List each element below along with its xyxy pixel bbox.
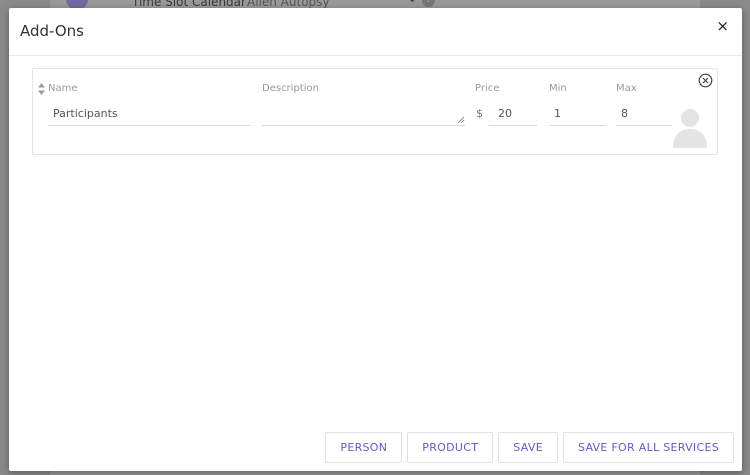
max-column-label: Max	[616, 83, 637, 94]
description-column-label: Description	[262, 83, 319, 94]
close-icon[interactable]: ×	[713, 16, 732, 37]
modal-header: Add-Ons ×	[9, 8, 742, 56]
background-sort-icon: ⬍	[408, 0, 416, 5]
currency-symbol: $	[476, 107, 483, 120]
person-placeholder-icon	[673, 109, 707, 148]
min-column-label: Min	[549, 83, 567, 94]
price-field[interactable]	[489, 102, 537, 126]
save-button[interactable]: SAVE	[498, 432, 558, 463]
name-field[interactable]	[48, 102, 251, 126]
name-column-label: Name	[48, 83, 78, 94]
product-button[interactable]: PRODUCT	[407, 432, 494, 463]
resize-grip-icon[interactable]	[457, 116, 464, 123]
remove-circle-x-icon[interactable]	[698, 73, 713, 88]
sort-handle-icon[interactable]	[38, 83, 45, 95]
person-button[interactable]: PERSON	[325, 432, 403, 463]
price-column-label: Price	[475, 83, 500, 94]
max-field[interactable]	[616, 102, 672, 126]
background-help-icon: ?	[422, 0, 435, 7]
addon-row: Name Description Price Min Max $	[32, 68, 718, 155]
description-field[interactable]	[262, 102, 465, 126]
footer-actions: PERSON PRODUCT SAVE SAVE FOR ALL SERVICE…	[325, 432, 734, 463]
modal-title: Add-Ons	[20, 22, 84, 40]
min-field[interactable]	[549, 102, 605, 126]
save-for-all-services-button[interactable]: SAVE FOR ALL SERVICES	[562, 432, 734, 463]
add-ons-modal: Add-Ons × Name Description Price Min Max…	[9, 8, 742, 471]
